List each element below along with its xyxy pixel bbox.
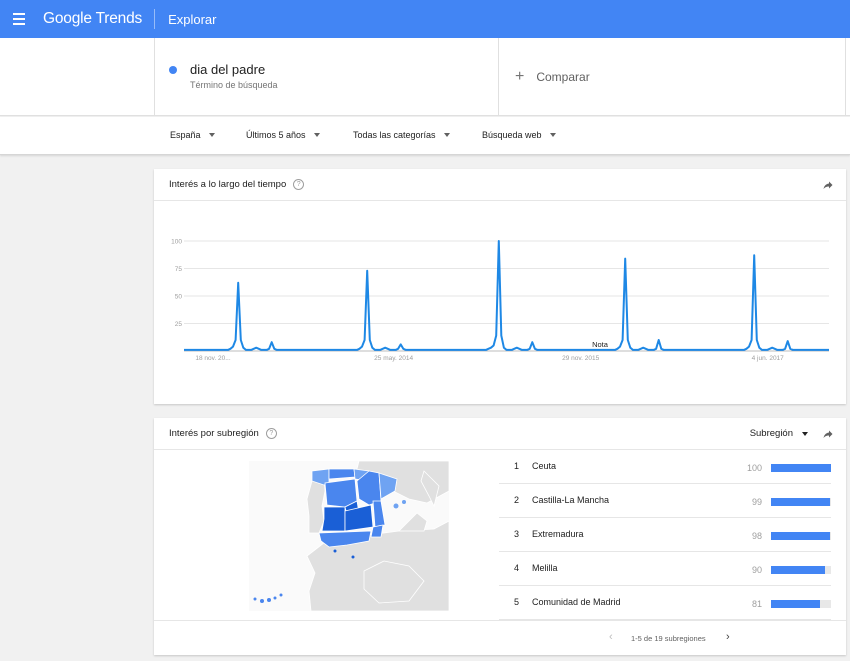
card-header: Interés a lo largo del tiempo ? xyxy=(154,169,846,201)
region-row[interactable]: 5 Comunidad de Madrid 81 xyxy=(499,586,831,620)
header-divider xyxy=(154,9,156,29)
interest-line-chart[interactable]: 25 50 75 100 18 nov. 20... 25 may. 2014 29 nov… xyxy=(154,201,846,404)
search-type-filter-label: Búsqueda web xyxy=(482,130,542,140)
filter-bar: España Últimos 5 años Todas las categorí… xyxy=(0,117,850,155)
x-tick-label: 18 nov. 20... xyxy=(195,355,230,362)
region-bar-track xyxy=(771,566,831,574)
search-terms-panel: dia del padre Término de búsqueda + Comp… xyxy=(0,38,850,116)
chevron-right-icon[interactable]: › xyxy=(726,631,730,643)
region-filter[interactable]: España xyxy=(170,117,215,153)
region-canarias[interactable] xyxy=(253,597,257,601)
page-title: Explorar xyxy=(168,11,217,27)
chevron-down-icon xyxy=(443,133,450,137)
x-tick-label: 4 jun. 2017 xyxy=(752,355,785,362)
region-rank: 2 xyxy=(514,495,520,505)
region-canarias[interactable] xyxy=(267,598,271,602)
plus-icon: + xyxy=(515,68,525,85)
y-tick-label: 25 xyxy=(175,321,183,328)
region-value: 98 xyxy=(751,531,762,541)
region-ceuta[interactable] xyxy=(333,549,337,553)
time-filter-label: Últimos 5 años xyxy=(246,130,306,140)
chevron-down-icon xyxy=(313,133,320,137)
card-title: Interés por subregión xyxy=(169,428,259,439)
search-term-card[interactable]: dia del padre Término de búsqueda xyxy=(154,38,499,116)
region-bar-fill xyxy=(771,532,830,540)
region-bar-track xyxy=(771,600,831,608)
top-app-bar: Google Trends Explorar xyxy=(0,0,850,38)
region-murcia[interactable] xyxy=(370,524,384,538)
region-name: Melilla xyxy=(532,563,558,573)
region-row[interactable]: 3 Extremadura 98 xyxy=(499,518,831,552)
compare-label: Comparar xyxy=(536,70,590,84)
share-icon[interactable] xyxy=(822,428,834,440)
x-tick-label: 25 may. 2014 xyxy=(374,355,413,362)
resolution-select-label: Subregión xyxy=(749,428,793,439)
region-row[interactable]: 2 Castilla-La Mancha 99 xyxy=(499,484,831,518)
region-bar-fill xyxy=(771,498,831,506)
help-icon[interactable]: ? xyxy=(293,179,305,190)
region-melilla[interactable] xyxy=(351,555,355,559)
region-name: Comunidad de Madrid xyxy=(532,597,621,607)
region-rank: 1 xyxy=(514,461,520,471)
region-row[interactable]: 4 Melilla 90 xyxy=(499,552,831,586)
google-trends-logo[interactable]: Google Trends xyxy=(43,10,142,28)
y-tick-label: 50 xyxy=(175,294,183,301)
region-name: Extremadura xyxy=(532,529,584,539)
chevron-down-icon xyxy=(802,431,808,436)
interest-by-region-card: Interés por subregión ? Subregión 1 Ceut… xyxy=(154,418,846,655)
region-value: 99 xyxy=(751,497,762,507)
region-canarias[interactable] xyxy=(279,593,283,597)
region-rank: 3 xyxy=(514,529,520,539)
region-row[interactable]: 1 Ceuta 100 xyxy=(499,450,831,484)
x-tick-label: 29 nov. 2015 xyxy=(562,355,599,362)
card-header: Interés por subregión ? Subregión xyxy=(154,418,846,450)
region-baleares[interactable] xyxy=(393,503,399,509)
resolution-select[interactable]: Subregión xyxy=(750,428,808,439)
region-rank: 5 xyxy=(514,597,520,607)
region-bar-track xyxy=(771,532,831,540)
category-filter[interactable]: Todas las categorías xyxy=(353,117,450,153)
y-tick-label: 75 xyxy=(175,266,183,273)
search-term-name[interactable]: dia del padre xyxy=(190,62,265,77)
y-tick-label: 100 xyxy=(171,239,182,246)
region-bar-fill xyxy=(771,464,831,472)
chevron-down-icon xyxy=(208,133,215,137)
region-bar-fill xyxy=(771,566,825,574)
chevron-left-icon[interactable]: ‹ xyxy=(609,631,613,643)
pager-text: 1-5 de 19 subregiones xyxy=(631,634,706,643)
card-title: Interés a lo largo del tiempo xyxy=(169,179,287,190)
region-canarias[interactable] xyxy=(260,599,264,603)
region-bar-fill xyxy=(771,600,820,608)
compare-button[interactable]: + Comparar xyxy=(499,38,846,116)
help-icon[interactable]: ? xyxy=(265,428,277,439)
region-filter-label: España xyxy=(170,130,201,140)
pager: ‹ 1-5 de 19 subregiones › xyxy=(154,620,846,655)
share-icon[interactable] xyxy=(822,179,834,191)
chevron-down-icon xyxy=(549,133,556,137)
region-value: 81 xyxy=(751,599,762,609)
menu-icon[interactable] xyxy=(0,0,38,38)
region-asturias-cantabria[interactable] xyxy=(328,468,356,480)
region-value: 100 xyxy=(746,463,762,473)
interest-over-time-card: Interés a lo largo del tiempo ? 25 50 75 10… xyxy=(154,169,846,404)
category-filter-label: Todas las categorías xyxy=(353,130,436,140)
search-type-filter[interactable]: Búsqueda web xyxy=(482,117,556,153)
series-line xyxy=(184,240,829,351)
note-annotation[interactable]: Nota xyxy=(592,340,609,349)
search-term-type: Término de búsqueda xyxy=(190,80,278,90)
region-name: Ceuta xyxy=(532,461,557,471)
spain-region-map[interactable] xyxy=(249,461,449,611)
region-value: 90 xyxy=(751,565,762,575)
region-rank: 4 xyxy=(514,563,520,573)
region-canarias[interactable] xyxy=(273,596,277,600)
term-color-dot xyxy=(169,66,177,74)
region-extremadura[interactable] xyxy=(321,506,346,532)
region-bar-track xyxy=(771,498,831,506)
time-filter[interactable]: Últimos 5 años xyxy=(246,117,320,153)
region-castilla-y-leon[interactable] xyxy=(324,478,358,508)
region-name: Castilla-La Mancha xyxy=(532,495,610,505)
region-baleares[interactable] xyxy=(402,500,406,504)
region-bar-track xyxy=(771,464,831,472)
